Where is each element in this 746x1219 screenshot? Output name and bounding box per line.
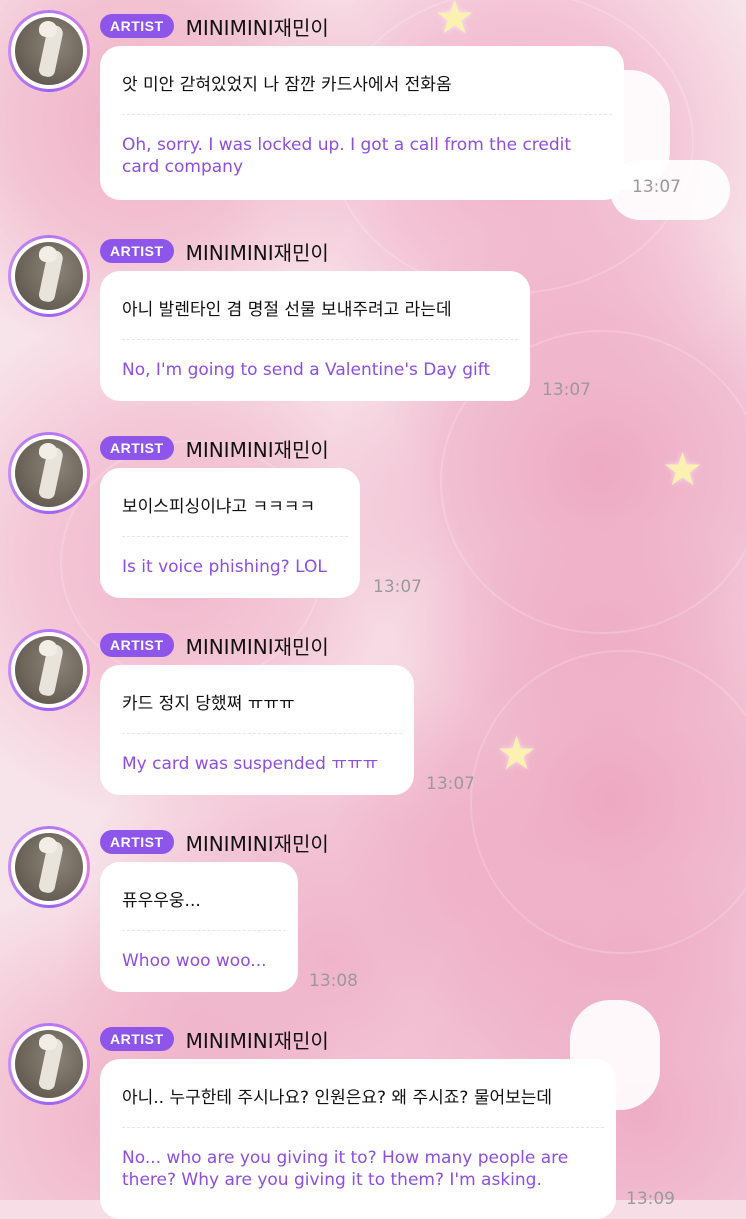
message-timestamp: 13:07 (632, 177, 681, 197)
sender-name: MINIMINI재민이 (185, 240, 329, 265)
message-bubble[interactable]: 아니 발렌타인 겸 명절 선물 보내주려고 라는데 No, I'm going … (100, 271, 530, 401)
english-translation: Is it voice phishing? LOL (122, 557, 327, 577)
english-translation: No, I'm going to send a Valentine's Day … (122, 360, 491, 380)
message-timestamp: 13:08 (309, 971, 358, 991)
sender-name: MINIMINI재민이 (185, 437, 329, 462)
message-bubble[interactable]: 퓨우우웅... Whoo woo woo... (100, 862, 298, 992)
artist-badge: ARTIST (100, 1027, 174, 1051)
english-translation: My card was suspended ㅠㅠㅠ (122, 754, 379, 774)
artist-avatar[interactable] (8, 10, 90, 92)
artist-avatar[interactable] (8, 432, 90, 514)
artist-badge: ARTIST (100, 633, 174, 657)
message-timestamp: 13:07 (426, 774, 475, 794)
korean-text: 아니.. 누구한테 주시나요? 인원은요? 왜 주시죠? 물어보는데 (122, 1088, 553, 1108)
korean-text: 카드 정지 당했쪄 ㅠㅠㅠ (122, 694, 295, 714)
message-bubble[interactable]: 보이스피싱이냐고 ㅋㅋㅋㅋ Is it voice phishing? LOL (100, 468, 360, 598)
sender-name: MINIMINI재민이 (185, 831, 329, 856)
message-timestamp: 13:09 (626, 1189, 675, 1209)
artist-avatar[interactable] (8, 629, 90, 711)
translation-divider (122, 733, 402, 734)
artist-badge: ARTIST (100, 239, 174, 263)
translation-divider (122, 339, 518, 340)
message-header: ARTIST MINIMINI재민이 (100, 434, 329, 462)
korean-text: 퓨우우웅... (122, 891, 201, 911)
artist-avatar[interactable] (8, 826, 90, 908)
avatar-photo (15, 242, 83, 310)
korean-text: 아니 발렌타인 겸 명절 선물 보내주려고 라는데 (122, 300, 452, 320)
sender-name: MINIMINI재민이 (185, 15, 329, 40)
english-translation: Oh, sorry. I was locked up. I got a call… (122, 135, 572, 177)
message-header: ARTIST MINIMINI재민이 (100, 12, 329, 40)
avatar-photo (15, 439, 83, 507)
translation-divider (122, 114, 612, 115)
sender-name: MINIMINI재민이 (185, 634, 329, 659)
avatar-photo (15, 636, 83, 704)
artist-avatar[interactable] (8, 235, 90, 317)
message-bubble[interactable]: 카드 정지 당했쪄 ㅠㅠㅠ My card was suspended ㅠㅠㅠ (100, 665, 414, 795)
sender-name: MINIMINI재민이 (185, 1028, 329, 1053)
translation-divider (122, 536, 348, 537)
message-header: ARTIST MINIMINI재민이 (100, 631, 329, 659)
translation-divider (122, 930, 286, 931)
english-translation: No... who are you giving it to? How many… (122, 1148, 569, 1190)
translation-divider (122, 1127, 604, 1128)
artist-badge: ARTIST (100, 830, 174, 854)
message-header: ARTIST MINIMINI재민이 (100, 1025, 329, 1053)
message-timestamp: 13:07 (373, 577, 422, 597)
korean-text: 앗 미안 갇혀있었지 나 잠깐 카드사에서 전화옴 (122, 75, 452, 95)
message-bubble[interactable]: 앗 미안 갇혀있었지 나 잠깐 카드사에서 전화옴 Oh, sorry. I w… (100, 46, 624, 200)
message-bubble[interactable]: 아니.. 누구한테 주시나요? 인원은요? 왜 주시죠? 물어보는데 No...… (100, 1059, 616, 1219)
message-timestamp: 13:07 (542, 380, 591, 400)
avatar-photo (15, 1030, 83, 1098)
artist-badge: ARTIST (100, 436, 174, 460)
english-translation: Whoo woo woo... (122, 951, 267, 971)
artist-avatar[interactable] (8, 1023, 90, 1105)
message-header: ARTIST MINIMINI재민이 (100, 828, 329, 856)
chat-feed[interactable]: ARTIST MINIMINI재민이 앗 미안 갇혀있었지 나 잠깐 카드사에서… (0, 0, 746, 1219)
message-header: ARTIST MINIMINI재민이 (100, 237, 329, 265)
artist-badge: ARTIST (100, 14, 174, 38)
korean-text: 보이스피싱이냐고 ㅋㅋㅋㅋ (122, 497, 316, 517)
avatar-photo (15, 833, 83, 901)
avatar-photo (15, 17, 83, 85)
